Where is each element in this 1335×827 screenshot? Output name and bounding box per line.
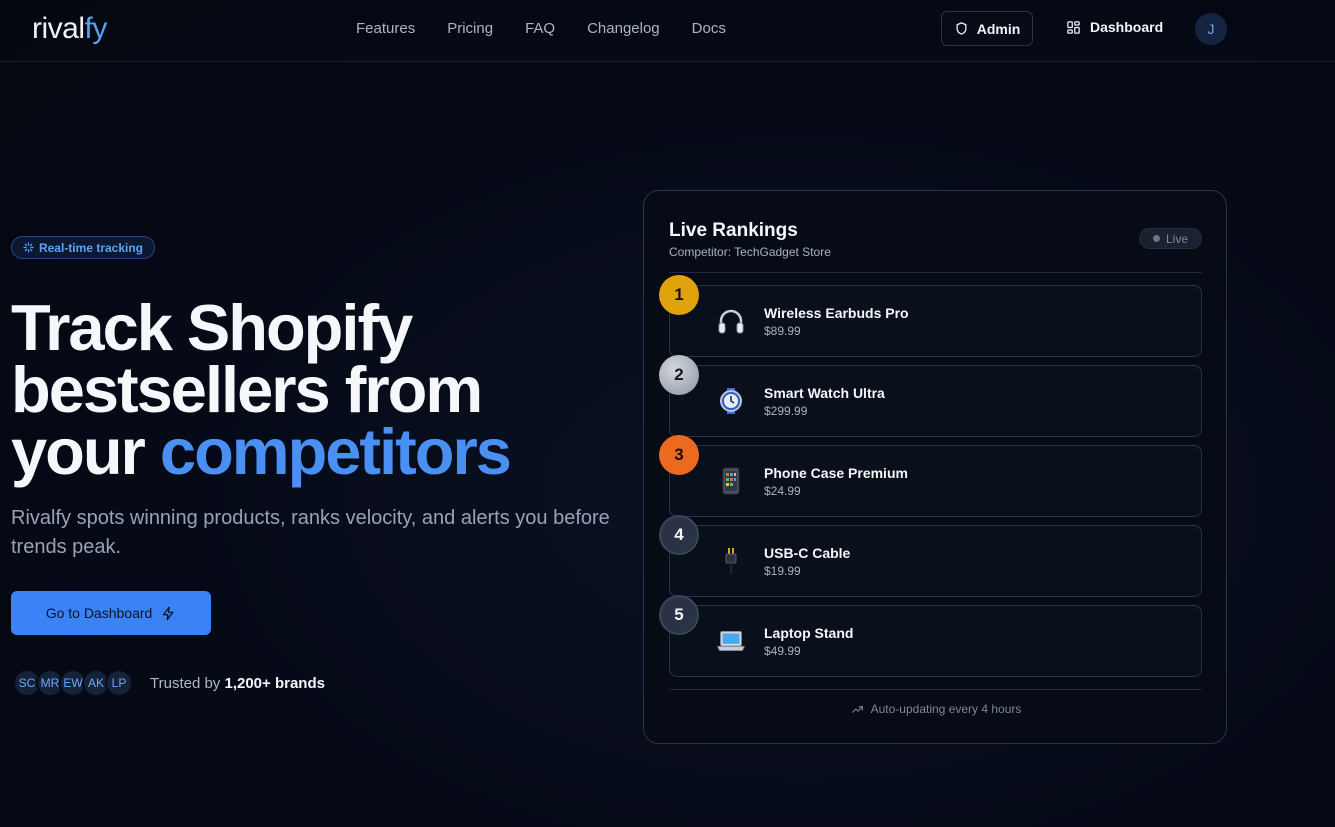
product-price: $49.99 [764,644,801,658]
product-price: $19.99 [764,564,801,578]
trust-prefix: Trusted by [150,674,225,692]
dashboard-button[interactable]: Dashboard [1066,19,1163,35]
headline-line-3: your [11,415,160,488]
nav-changelog[interactable]: Changelog [587,20,660,37]
cable-icon [716,546,746,576]
ranking-row[interactable]: 1 Wireless Earbuds Pro $89.99 [659,275,1202,357]
live-label: Live [1165,231,1188,246]
nav-faq[interactable]: FAQ [525,20,555,37]
ranking-row[interactable]: 2 Smart Watch Ultra $299.99 [659,355,1202,437]
ranking-row[interactable]: 4 USB-C Cable $19.99 [659,515,1202,597]
ranking-row[interactable]: 5 Laptop Stand $49.99 [659,595,1202,677]
auto-update-note: Auto-updating every 4 hours [644,702,1228,716]
realtime-badge: Real-time tracking [11,236,155,259]
product-name: Phone Case Premium [764,465,908,481]
top-navbar: rivalfy Features Pricing FAQ Changelog D… [0,0,1335,62]
admin-button[interactable]: Admin [941,11,1033,46]
hero-headline: Track Shopify bestsellers from your comp… [11,295,611,484]
avatar: LP [105,669,133,697]
ranking-row[interactable]: 3 Phone Case Premium $24.99 [659,435,1202,517]
watch-icon [716,386,746,416]
divider [669,689,1202,690]
headphones-icon [716,306,746,336]
product-name: Wireless Earbuds Pro [764,305,909,321]
rank-badge-silver: 2 [659,355,699,395]
product-price: $24.99 [764,484,801,498]
phone-case-icon [716,466,746,496]
live-rankings-card: Live Rankings Competitor: TechGadget Sto… [643,190,1227,744]
badge-label: Real-time tracking [38,240,144,255]
product-name: Smart Watch Ultra [764,385,885,401]
sparkle-icon [23,242,34,253]
product-price: $89.99 [764,324,801,338]
lightning-icon [163,606,174,620]
rank-badge: 4 [659,515,699,555]
live-status-badge: Live [1139,228,1202,249]
headline-accent: competitors [159,415,512,488]
go-to-dashboard-button[interactable]: Go to Dashboard [11,591,211,635]
hero-subtext: Rivalfy spots winning products, ranks ve… [11,507,610,558]
trust-text: Trusted by 1,200+ brands [150,675,325,692]
product-price: $299.99 [764,404,808,418]
grid-icon [1067,20,1080,34]
trending-up-icon [851,705,863,713]
competitor-label: Competitor: TechGadget Store [669,245,831,259]
dashboard-label: Dashboard [1090,19,1164,35]
shield-icon [956,22,967,35]
nav-features[interactable]: Features [356,20,415,37]
trust-row: SC MR EW AK LP Trusted by 1,200+ brands [13,669,325,697]
rank-badge-gold: 1 [659,275,699,315]
product-name: Laptop Stand [764,625,854,641]
brand-logo[interactable]: rivalfy [32,12,107,46]
divider [669,272,1202,273]
cta-label: Go to Dashboard [45,605,153,621]
rank-badge: 5 [659,595,699,635]
trust-count: 1,200+ brands [224,674,325,692]
product-name: USB-C Cable [764,545,851,561]
card-title: Live Rankings [669,220,798,241]
logo-text-main: rival [32,12,85,45]
main-nav: Features Pricing FAQ Changelog Docs [356,20,726,37]
logo-text-accent: fy [84,12,108,45]
user-avatar[interactable]: J [1195,13,1227,45]
laptop-icon [716,626,746,656]
nav-docs[interactable]: Docs [692,20,726,37]
nav-pricing[interactable]: Pricing [447,20,493,37]
status-dot-icon [1152,235,1160,242]
rank-badge-bronze: 3 [659,435,699,475]
brand-avatars: SC MR EW AK LP [13,669,133,697]
admin-label: Admin [976,20,1021,37]
auto-update-text: Auto-updating every 4 hours [870,702,1022,716]
